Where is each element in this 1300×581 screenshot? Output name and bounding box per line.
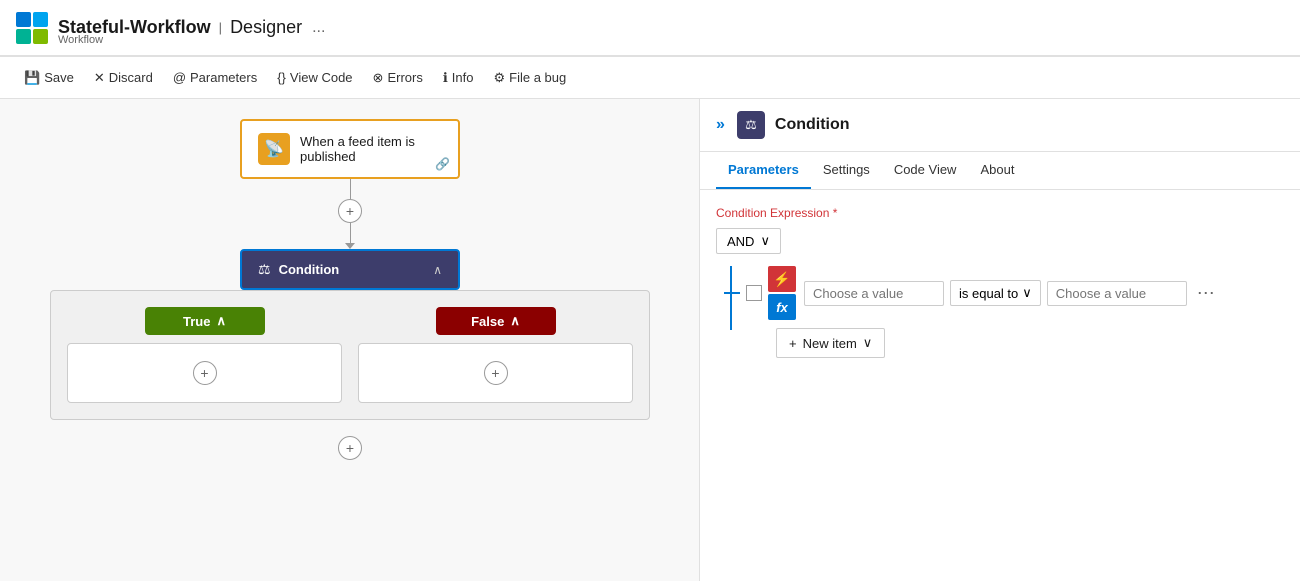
true-branch-header[interactable]: True ∧ bbox=[145, 307, 265, 335]
value-input-2[interactable] bbox=[1047, 281, 1187, 306]
app-icon bbox=[16, 12, 48, 44]
errors-icon: ⊗ bbox=[373, 70, 384, 86]
save-button[interactable]: 💾 Save bbox=[16, 66, 82, 90]
bug-icon: ⚙ bbox=[493, 70, 505, 86]
add-step-button-1[interactable]: + bbox=[338, 199, 362, 223]
false-branch-header[interactable]: False ∧ bbox=[436, 307, 556, 335]
panel-content: Condition Expression * AND ∨ bbox=[700, 190, 1300, 374]
and-chevron-icon: ∨ bbox=[760, 233, 770, 249]
tab-parameters[interactable]: Parameters bbox=[716, 152, 811, 189]
parameters-button[interactable]: @ Parameters bbox=[165, 66, 265, 89]
trigger-icon: 📡 bbox=[258, 133, 290, 165]
info-button[interactable]: ℹ Info bbox=[435, 66, 482, 90]
app-header: Stateful-Workflow | Designer ... Workflo… bbox=[0, 0, 1300, 56]
tab-code-view[interactable]: Code View bbox=[882, 152, 969, 189]
required-marker: * bbox=[833, 206, 838, 220]
condition-expression-label: Condition Expression * bbox=[716, 206, 1284, 220]
workflow-canvas: 📡 When a feed item is published 🔗 + ⚖ Co… bbox=[0, 99, 700, 581]
condition-panel-icon: ⚖ bbox=[737, 111, 765, 139]
toolbar: 💾 Save ✕ Discard @ Parameters {} View Co… bbox=[0, 57, 1300, 99]
operator-chevron-icon: ∨ bbox=[1022, 285, 1032, 301]
panel-header: » ⚖ Condition bbox=[700, 99, 1300, 152]
condition-expression-area: ⚡ fx is equal to ∨ ⋯ + New item bbox=[716, 266, 1284, 358]
operator-dropdown[interactable]: is equal to ∨ bbox=[950, 280, 1041, 306]
plus-icon: + bbox=[789, 336, 797, 351]
right-panel: » ⚖ Condition Parameters Settings Code V… bbox=[700, 99, 1300, 581]
link-icon: 🔗 bbox=[435, 157, 450, 171]
parameters-icon: @ bbox=[173, 70, 186, 85]
discard-button[interactable]: ✕ Discard bbox=[86, 66, 161, 90]
new-item-button[interactable]: + New item ∨ bbox=[776, 328, 885, 358]
condition-icon: ⚖ bbox=[258, 261, 271, 278]
true-branch: True ∧ + bbox=[67, 307, 342, 403]
connector-1: + bbox=[50, 179, 650, 249]
bottom-connector: + bbox=[50, 436, 650, 460]
lightning-icon-button[interactable]: ⚡ bbox=[768, 266, 796, 292]
and-selector: AND ∨ bbox=[716, 228, 1284, 254]
fx-icon-button[interactable]: fx bbox=[768, 294, 796, 320]
workflow-subtitle: Workflow bbox=[58, 34, 103, 46]
tab-settings[interactable]: Settings bbox=[811, 152, 882, 189]
add-step-button-bottom[interactable]: + bbox=[338, 436, 362, 460]
add-true-step-button[interactable]: + bbox=[193, 361, 217, 385]
more-options-button[interactable]: ⋯ bbox=[1193, 281, 1219, 306]
condition-node[interactable]: ⚖ Condition ∧ bbox=[240, 249, 460, 290]
panel-tabs: Parameters Settings Code View About bbox=[700, 152, 1300, 190]
tab-about[interactable]: About bbox=[968, 152, 1026, 189]
errors-button[interactable]: ⊗ Errors bbox=[365, 66, 431, 90]
info-icon: ℹ bbox=[443, 70, 448, 86]
header-more-button[interactable]: ... bbox=[312, 19, 325, 37]
and-button[interactable]: AND ∨ bbox=[716, 228, 781, 254]
main-area: 📡 When a feed item is published 🔗 + ⚖ Co… bbox=[0, 99, 1300, 581]
file-bug-button[interactable]: ⚙ File a bug bbox=[485, 66, 574, 90]
value-input-1[interactable] bbox=[804, 281, 944, 306]
designer-label: Designer bbox=[230, 17, 302, 38]
new-item-chevron-icon: ∨ bbox=[863, 335, 873, 351]
panel-title: Condition bbox=[775, 116, 850, 134]
trigger-text: When a feed item is published bbox=[300, 134, 442, 164]
true-collapse-icon: ∧ bbox=[216, 313, 226, 329]
false-branch-body: + bbox=[358, 343, 633, 403]
expression-icons: ⚡ fx bbox=[768, 266, 796, 320]
view-code-button[interactable]: {} View Code bbox=[269, 66, 360, 89]
false-branch: False ∧ + bbox=[358, 307, 633, 403]
condition-checkbox[interactable] bbox=[746, 285, 762, 301]
panel-collapse-button[interactable]: » bbox=[716, 116, 725, 134]
save-icon: 💾 bbox=[24, 70, 40, 86]
branches-container: True ∧ + False ∧ bbox=[50, 290, 650, 420]
add-false-step-button[interactable]: + bbox=[484, 361, 508, 385]
collapse-icon[interactable]: ∧ bbox=[433, 263, 442, 277]
condition-node-label: Condition bbox=[279, 262, 340, 277]
false-collapse-icon: ∧ bbox=[510, 313, 520, 329]
h-connector bbox=[724, 292, 740, 294]
condition-row-1: ⚡ fx is equal to ∨ ⋯ bbox=[724, 266, 1284, 320]
trigger-node[interactable]: 📡 When a feed item is published 🔗 bbox=[240, 119, 460, 179]
view-code-icon: {} bbox=[277, 70, 286, 85]
new-item-area: + New item ∨ bbox=[740, 328, 1284, 358]
true-branch-body: + bbox=[67, 343, 342, 403]
workflow-nodes: 📡 When a feed item is published 🔗 + ⚖ Co… bbox=[50, 119, 650, 460]
condition-node-left: ⚖ Condition bbox=[258, 261, 339, 278]
header-separator: | bbox=[219, 20, 222, 35]
discard-icon: ✕ bbox=[94, 70, 105, 86]
